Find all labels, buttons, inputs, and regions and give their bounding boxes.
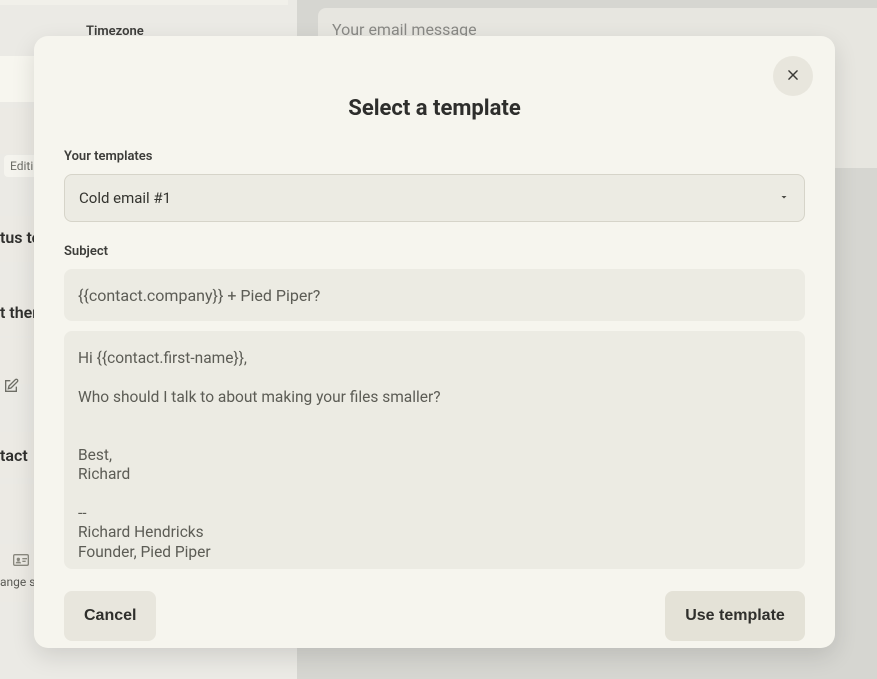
your-templates-label: Your templates <box>64 149 805 164</box>
cancel-button[interactable]: Cancel <box>64 591 156 641</box>
modal-title: Select a template <box>64 96 805 121</box>
select-template-modal: Select a template Your templates Cold em… <box>34 36 835 648</box>
template-select[interactable]: Cold email #1 <box>64 174 805 222</box>
close-icon <box>786 68 800 85</box>
email-body-preview[interactable]: Hi {{contact.first-name}}, Who should I … <box>64 331 805 569</box>
close-button[interactable] <box>773 56 813 96</box>
modal-actions: Cancel Use template <box>64 591 805 641</box>
chevron-down-icon <box>778 189 790 207</box>
subject-input[interactable]: {{contact.company}} + Pied Piper? <box>64 269 805 321</box>
template-select-value: Cold email #1 <box>79 189 171 207</box>
subject-label: Subject <box>64 244 805 259</box>
subject-value: {{contact.company}} + Pied Piper? <box>78 286 320 305</box>
use-template-button[interactable]: Use template <box>665 591 805 641</box>
